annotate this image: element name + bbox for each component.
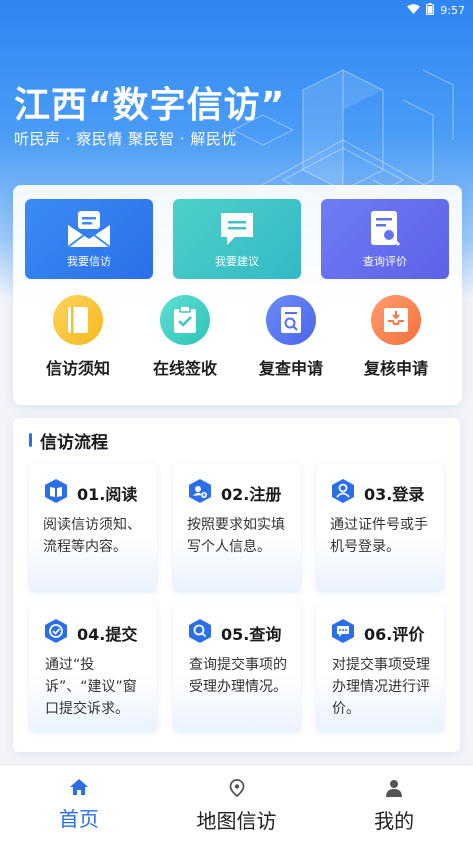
inbox-icon bbox=[371, 295, 421, 345]
doc-search-icon bbox=[266, 295, 316, 345]
step-desc: 对提交事项受理办理情况进行评价。 bbox=[332, 657, 430, 717]
step-title: 04.提交 bbox=[77, 625, 138, 644]
petition-notice-button[interactable]: 信访须知 bbox=[28, 295, 128, 385]
mail-icon bbox=[66, 209, 112, 252]
check-shield-icon bbox=[43, 618, 69, 648]
clipboard-check-icon bbox=[160, 295, 210, 345]
step-title: 02.注册 bbox=[221, 485, 282, 504]
location-icon bbox=[229, 779, 245, 801]
petition-label: 我要信访 bbox=[67, 255, 111, 268]
app-title: 江西“数字信访” bbox=[14, 85, 286, 126]
user-add-icon bbox=[187, 478, 213, 508]
title-accent-bar bbox=[29, 433, 32, 447]
petition-button[interactable]: 我要信访 bbox=[25, 199, 153, 279]
flow-step-evaluate[interactable]: 06.评价 对提交事项受理办理情况进行评价。 bbox=[316, 604, 444, 732]
tab-home-label: 首页 bbox=[58, 807, 99, 831]
search-doc-icon bbox=[365, 209, 405, 252]
wifi-icon bbox=[407, 3, 421, 17]
tab-mine[interactable]: 我的 bbox=[315, 765, 473, 842]
step-title: 05.查询 bbox=[221, 625, 282, 644]
battery-icon bbox=[426, 2, 435, 18]
recheck-apply-button[interactable]: 复核申请 bbox=[346, 295, 446, 385]
suggestion-label: 我要建议 bbox=[215, 255, 259, 268]
bottom-tab-bar: 首页 地图信访 我的 bbox=[0, 764, 473, 842]
step-desc: 按照要求如实填写个人信息。 bbox=[187, 517, 285, 555]
status-time: 9:57 bbox=[440, 3, 465, 17]
tab-map-label: 地图信访 bbox=[196, 809, 277, 833]
book-open-icon bbox=[43, 478, 69, 508]
query-evaluate-button[interactable]: 查询评价 bbox=[321, 199, 449, 279]
user-icon bbox=[330, 478, 356, 508]
comment-icon bbox=[330, 618, 356, 648]
petition-notice-label: 信访须知 bbox=[45, 359, 110, 378]
step-desc: 通过“投诉”、“建议”窗口提交诉求。 bbox=[45, 657, 137, 717]
flow-step-read[interactable]: 01.阅读 阅读信访须知、流程等内容。 bbox=[29, 464, 157, 592]
flow-title-text: 信访流程 bbox=[40, 432, 108, 453]
status-bar: 9:57 bbox=[0, 0, 473, 20]
app-slogan: 听民声 · 察民情 聚民智 · 解民忧 bbox=[14, 130, 237, 148]
step-title: 06.评价 bbox=[364, 625, 425, 644]
petition-flow-card: 信访流程 01.阅读 阅读信访须知、流程等内容。 02.注册 按照要求如实填写个… bbox=[13, 418, 460, 752]
review-apply-label: 复查申请 bbox=[258, 359, 323, 378]
step-title: 01.阅读 bbox=[77, 485, 138, 504]
flow-step-register[interactable]: 02.注册 按照要求如实填写个人信息。 bbox=[173, 464, 301, 592]
step-desc: 查询提交事项的受理办理情况。 bbox=[189, 657, 287, 695]
flow-title: 信访流程 bbox=[29, 430, 108, 453]
suggestion-button[interactable]: 我要建议 bbox=[173, 199, 301, 279]
flow-step-query[interactable]: 05.查询 查询提交事项的受理办理情况。 bbox=[173, 604, 301, 732]
flow-step-login[interactable]: 03.登录 通过证件号或手机号登录。 bbox=[316, 464, 444, 592]
tab-home[interactable]: 首页 bbox=[0, 765, 158, 842]
tab-map-petition[interactable]: 地图信访 bbox=[158, 765, 316, 842]
person-icon bbox=[386, 779, 403, 801]
tab-mine-label: 我的 bbox=[374, 809, 415, 833]
step-desc: 阅读信访须知、流程等内容。 bbox=[43, 517, 141, 555]
review-apply-button[interactable]: 复查申请 bbox=[241, 295, 341, 385]
home-icon bbox=[69, 779, 88, 799]
chat-icon bbox=[217, 209, 257, 252]
online-sign-label: 在线签收 bbox=[152, 359, 217, 378]
recheck-apply-label: 复核申请 bbox=[363, 359, 428, 378]
flow-step-submit[interactable]: 04.提交 通过“投诉”、“建议”窗口提交诉求。 bbox=[29, 604, 157, 732]
step-title: 03.登录 bbox=[364, 485, 425, 504]
online-sign-button[interactable]: 在线签收 bbox=[135, 295, 235, 385]
services-card: 我要信访 我要建议 查询评价 信访须知 在线签收 复查申请 复核申请 bbox=[13, 185, 462, 405]
search-icon bbox=[187, 618, 213, 648]
book-icon bbox=[53, 295, 103, 345]
step-desc: 通过证件号或手机号登录。 bbox=[330, 517, 428, 555]
query-evaluate-label: 查询评价 bbox=[363, 255, 407, 268]
